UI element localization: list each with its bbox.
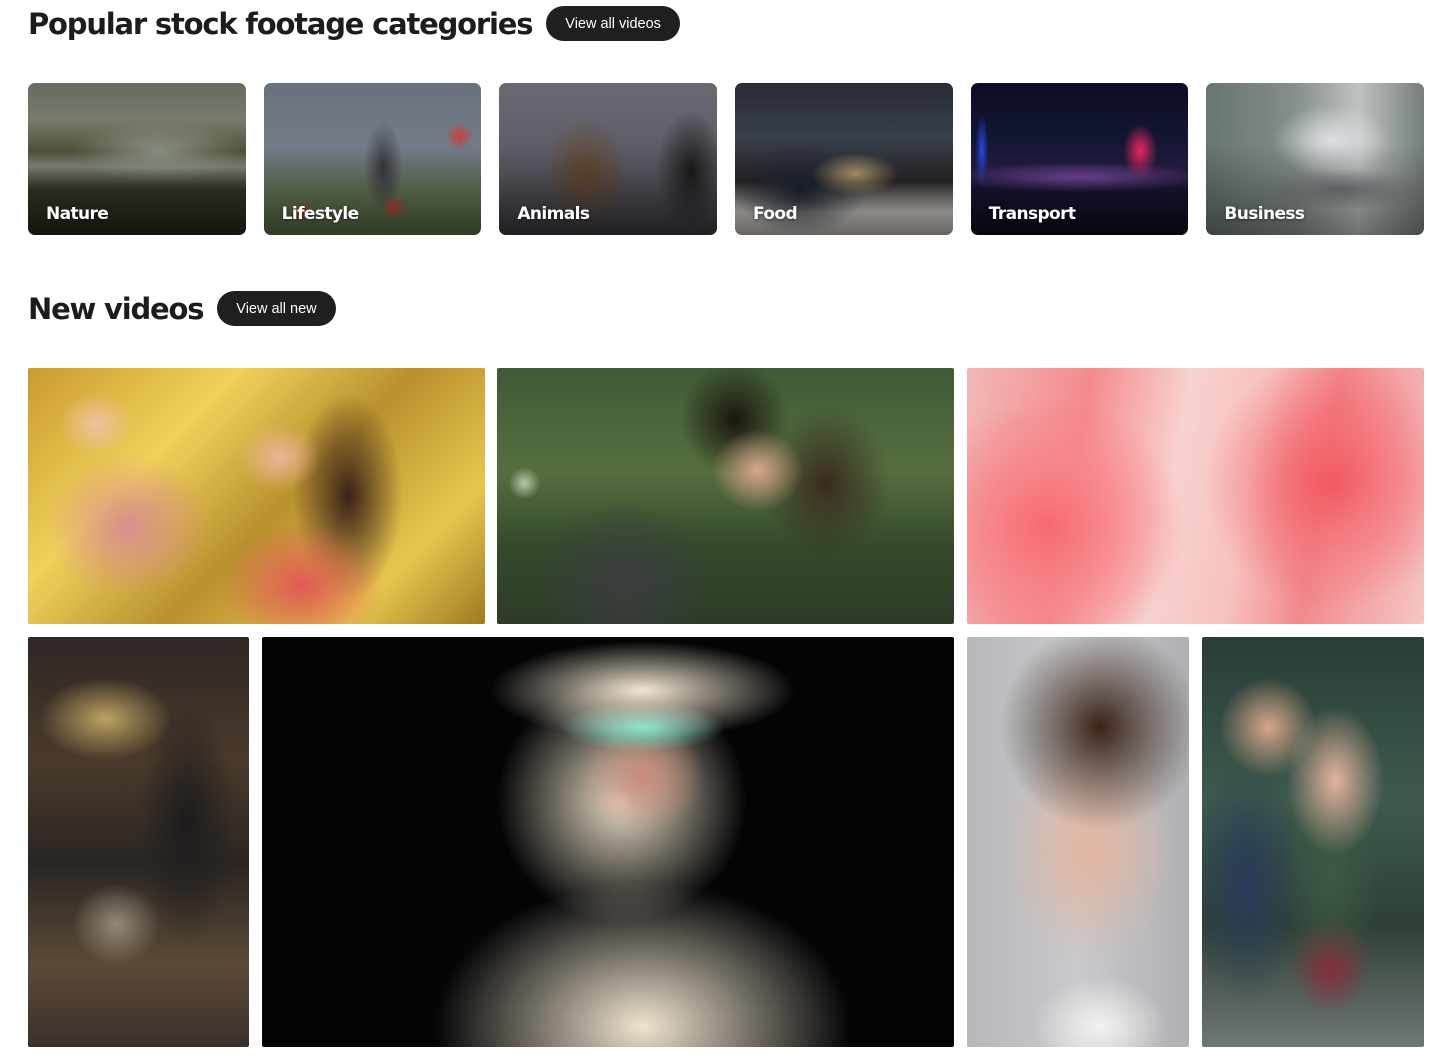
- view-all-videos-button[interactable]: View all videos: [546, 6, 680, 41]
- video-thumbnail-mother-baby[interactable]: [28, 368, 485, 624]
- category-card-lifestyle[interactable]: Lifestyle: [263, 83, 482, 235]
- video-thumbnail-pink-swirl[interactable]: [967, 368, 1424, 624]
- category-label: Nature: [46, 204, 109, 224]
- view-all-new-button[interactable]: View all new: [217, 291, 336, 326]
- category-label: Transport: [988, 204, 1076, 224]
- video-thumbnail-mother-child-forest[interactable]: [1202, 637, 1424, 1047]
- category-label: Animals: [517, 204, 590, 224]
- category-label: Food: [753, 204, 798, 224]
- new-videos-title: New videos: [28, 291, 204, 326]
- video-thumbnail-visor-woman[interactable]: [262, 637, 954, 1047]
- category-card-food[interactable]: Food: [735, 83, 953, 235]
- category-card-animals[interactable]: Animals: [499, 83, 718, 235]
- video-thumbnail-drummer[interactable]: [28, 637, 249, 1047]
- new-videos-header: New videos View all new: [28, 291, 336, 326]
- video-thumbnail-couple[interactable]: [497, 368, 954, 624]
- video-thumbnail-woman-bun[interactable]: [967, 637, 1189, 1047]
- category-label: Business: [1224, 204, 1305, 224]
- category-card-nature[interactable]: Nature: [28, 83, 246, 235]
- category-card-transport[interactable]: Transport: [970, 83, 1189, 235]
- category-list: Nature Lifestyle Animals Food Transport …: [28, 83, 1425, 235]
- categories-header: Popular stock footage categories View al…: [28, 6, 680, 41]
- page: Popular stock footage categories View al…: [0, 0, 1440, 1058]
- categories-title: Popular stock footage categories: [28, 6, 533, 41]
- category-card-business[interactable]: Business: [1206, 83, 1425, 235]
- category-label: Lifestyle: [281, 204, 359, 224]
